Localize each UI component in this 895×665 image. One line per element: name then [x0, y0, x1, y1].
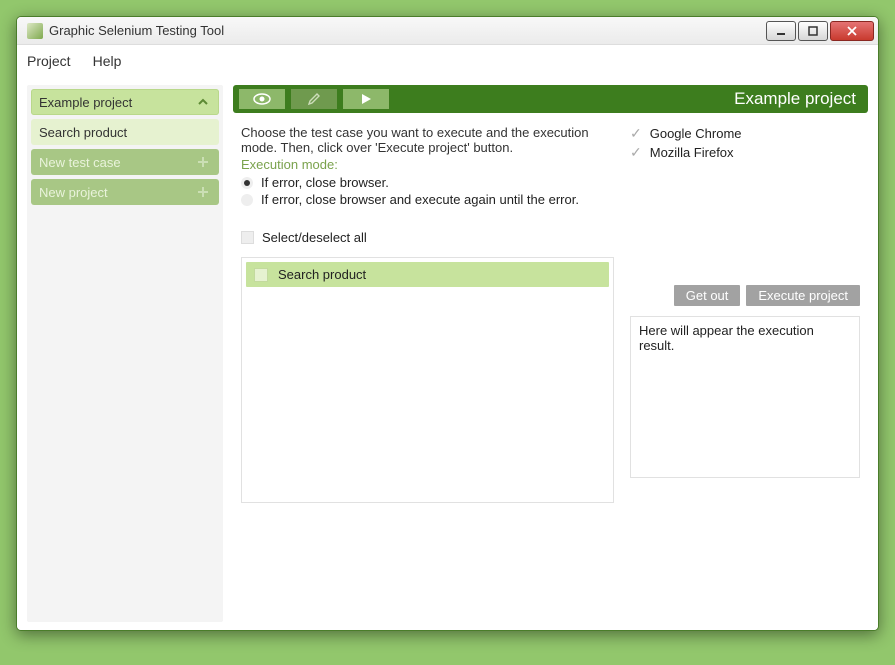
radio-icon: [241, 177, 253, 189]
menubar: Project Help: [17, 45, 878, 77]
test-case-item[interactable]: Search product: [246, 262, 609, 287]
result-box: Here will appear the execution result.: [630, 316, 860, 478]
execution-mode-label: Execution mode:: [241, 157, 614, 172]
browser-firefox[interactable]: ✓ Mozilla Firefox: [630, 144, 860, 161]
sidebar-project[interactable]: Example project: [31, 89, 219, 115]
action-row: Get out Execute project: [630, 285, 860, 306]
pencil-icon: [307, 92, 321, 106]
browser-firefox-label: Mozilla Firefox: [650, 145, 734, 160]
main-window: Graphic Selenium Testing Tool Project He…: [16, 16, 879, 631]
test-case-list: Search product: [241, 257, 614, 503]
header-bar: Example project: [233, 85, 868, 113]
close-button[interactable]: [830, 21, 874, 41]
sidebar-testcase[interactable]: Search product: [31, 119, 219, 145]
maximize-button[interactable]: [798, 21, 828, 41]
titlebar: Graphic Selenium Testing Tool: [17, 17, 878, 45]
plus-icon: [195, 184, 211, 200]
radio-option-2[interactable]: If error, close browser and execute agai…: [241, 192, 614, 207]
sidebar-new-testcase[interactable]: New test case: [31, 149, 219, 175]
test-case-name: Search product: [278, 267, 366, 282]
content: Choose the test case you want to execute…: [233, 113, 868, 622]
main-panel: Example project Choose the test case you…: [233, 85, 868, 622]
play-button[interactable]: [343, 89, 389, 109]
execute-project-button[interactable]: Execute project: [746, 285, 860, 306]
browser-chrome-label: Google Chrome: [650, 126, 742, 141]
play-icon: [360, 93, 372, 105]
instructions-text: Choose the test case you want to execute…: [241, 125, 614, 155]
header-title: Example project: [395, 89, 862, 109]
radio-label-1: If error, close browser.: [261, 175, 389, 190]
view-button[interactable]: [239, 89, 285, 109]
sidebar-new-project-label: New project: [39, 185, 108, 200]
get-out-button[interactable]: Get out: [674, 285, 741, 306]
menu-help[interactable]: Help: [91, 49, 124, 73]
checkmark-icon: ✓: [630, 144, 642, 161]
app-icon: [27, 23, 43, 39]
checkbox-icon[interactable]: [254, 268, 268, 282]
window-title: Graphic Selenium Testing Tool: [49, 23, 766, 38]
eye-icon: [253, 93, 271, 105]
body-area: Example project Search product New test …: [17, 77, 878, 630]
sidebar: Example project Search product New test …: [27, 85, 223, 622]
menu-project[interactable]: Project: [25, 49, 73, 73]
sidebar-new-testcase-label: New test case: [39, 155, 121, 170]
result-placeholder: Here will appear the execution result.: [639, 323, 814, 353]
radio-option-1[interactable]: If error, close browser.: [241, 175, 614, 190]
radio-icon: [241, 194, 253, 206]
sidebar-testcase-label: Search product: [39, 125, 127, 140]
checkbox-icon: [241, 231, 254, 244]
select-all-label: Select/deselect all: [262, 230, 367, 245]
sidebar-project-label: Example project: [39, 95, 132, 110]
sidebar-new-project[interactable]: New project: [31, 179, 219, 205]
chevron-up-icon: [195, 94, 211, 110]
browser-chrome[interactable]: ✓ Google Chrome: [630, 125, 860, 142]
checkmark-icon: ✓: [630, 125, 642, 142]
plus-icon: [195, 154, 211, 170]
select-all-row[interactable]: Select/deselect all: [241, 230, 614, 245]
minimize-button[interactable]: [766, 21, 796, 41]
content-left: Choose the test case you want to execute…: [241, 125, 614, 610]
radio-label-2: If error, close browser and execute agai…: [261, 192, 579, 207]
content-right: ✓ Google Chrome ✓ Mozilla Firefox Get ou…: [630, 125, 860, 610]
edit-button[interactable]: [291, 89, 337, 109]
window-controls: [766, 21, 874, 41]
